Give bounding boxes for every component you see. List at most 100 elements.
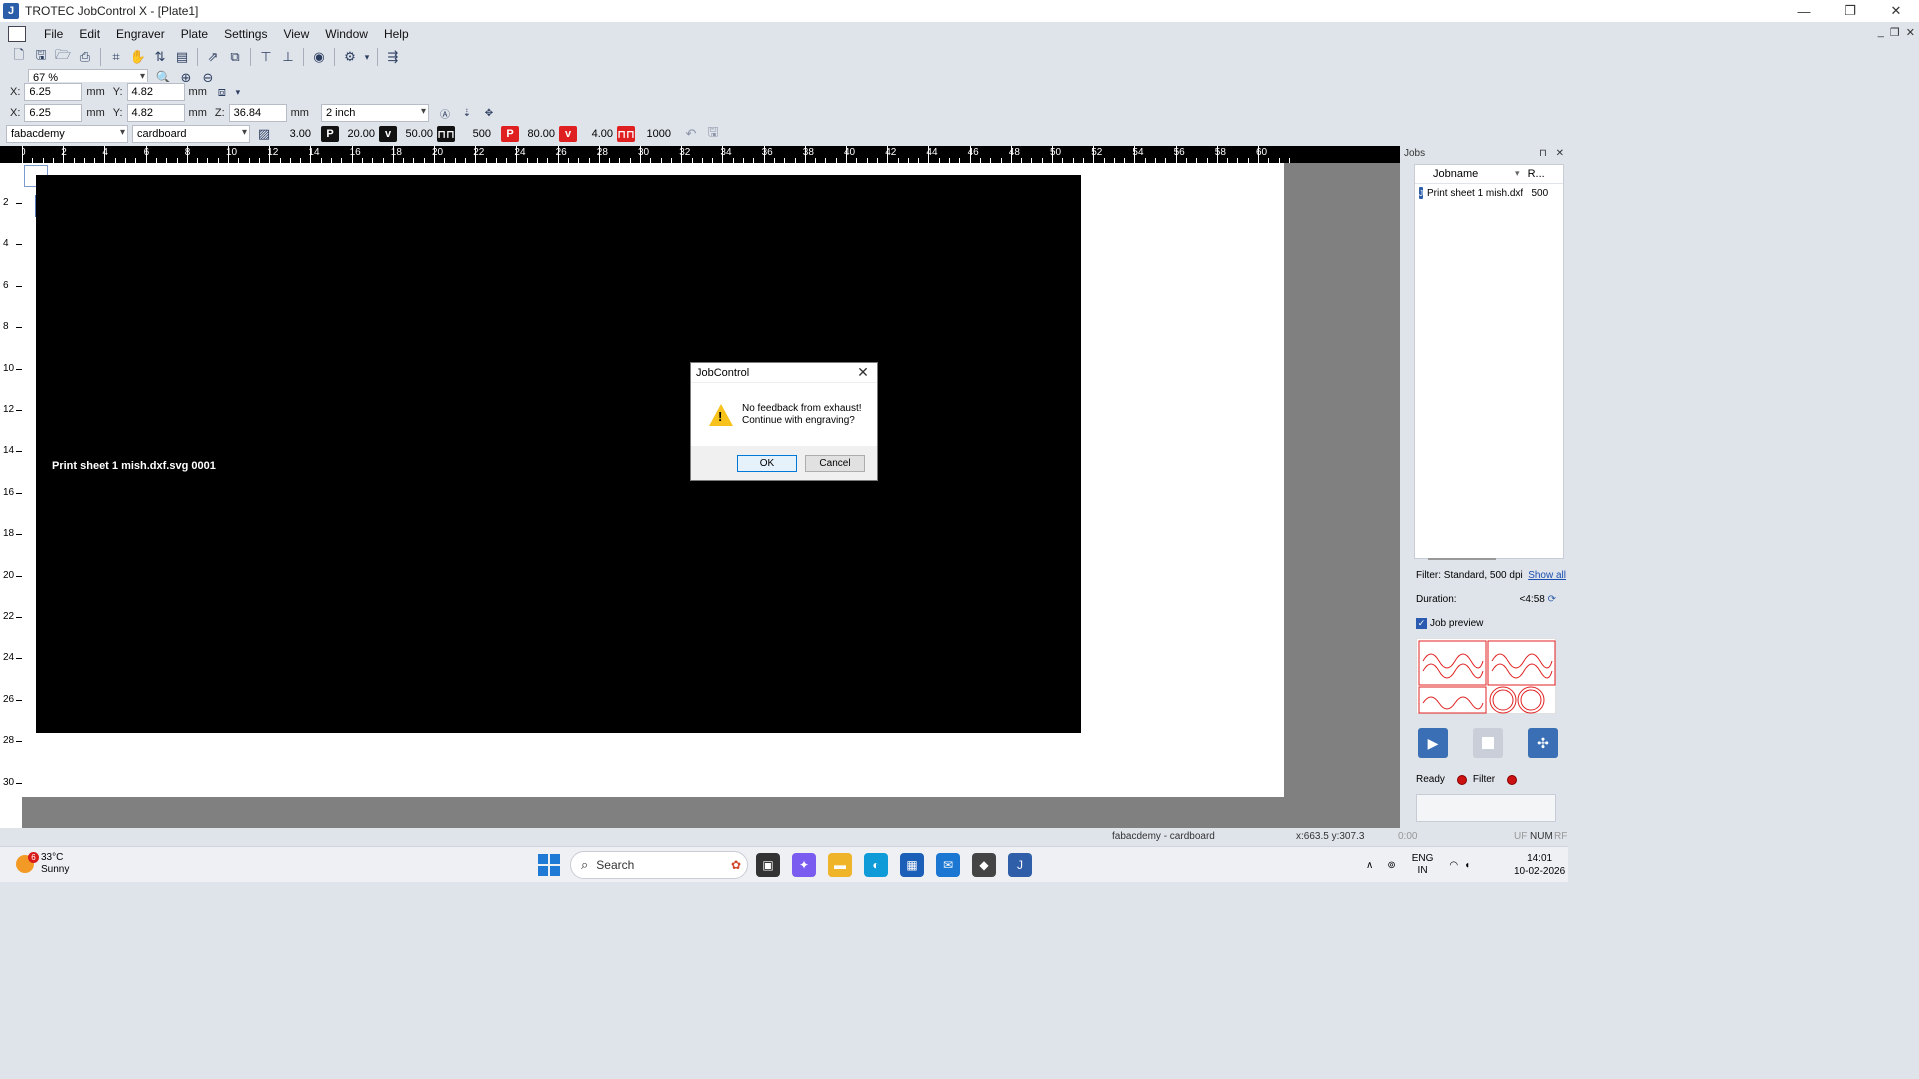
show-all-link[interactable]: Show all [1528, 570, 1566, 581]
hand-icon[interactable]: ✋ [128, 47, 148, 67]
close-button[interactable]: ✕ [1873, 0, 1919, 22]
jobs-scrollbar[interactable] [1428, 558, 1496, 560]
job-preview-thumbnail [1416, 638, 1556, 714]
menu-settings[interactable]: Settings [216, 27, 275, 41]
menu-help[interactable]: Help [376, 27, 417, 41]
plate[interactable]: Print sheet 1 mish.dxf.svg 0001 [22, 163, 1284, 797]
print-icon[interactable]: ⎙ [75, 47, 95, 67]
menu-window[interactable]: Window [317, 27, 376, 41]
ruler-tick-label: 30 [3, 776, 15, 788]
cancel-button[interactable]: Cancel [805, 454, 865, 472]
focus-icon[interactable]: ⇣ [457, 103, 477, 123]
chevron-up-icon[interactable]: ∧ [1366, 860, 1373, 871]
location-icon[interactable]: ⊚ [1387, 860, 1395, 871]
language-indicator[interactable]: ENG IN [1412, 853, 1434, 877]
anchor-icon[interactable]: ⧈ [212, 82, 232, 102]
mdi-minimize-button[interactable]: _ [1878, 26, 1884, 39]
jobcontrol-taskbar-icon[interactable]: J [1008, 853, 1032, 877]
thickness-value[interactable]: 3.00 [275, 128, 315, 140]
position-y-input[interactable]: 4.82 [126, 83, 185, 101]
material-db-select[interactable]: fabacdemy [6, 125, 128, 143]
copy-icon[interactable]: ⧉ [225, 47, 245, 67]
minimize-button[interactable]: — [1781, 0, 1827, 22]
weather-desc: Sunny [41, 864, 70, 875]
ruler-tick [475, 146, 477, 163]
position-x-input[interactable]: 6.25 [24, 83, 83, 101]
dialog-close-button[interactable]: ✕ [854, 364, 872, 381]
autofocus-icon[interactable]: Ⓐ [435, 103, 455, 123]
ruler-tick [22, 146, 23, 163]
gear-icon[interactable]: ⚙ [340, 47, 360, 67]
material-select[interactable]: cardboard [132, 125, 250, 143]
align-icon[interactable]: ⇅ [150, 47, 170, 67]
connect-icon[interactable]: ⇶ [383, 47, 403, 67]
duration-label: Duration: [1416, 594, 1457, 605]
new-file-icon[interactable]: 🗋 [9, 47, 29, 67]
wifi-icon[interactable]: ◠ [1449, 860, 1458, 871]
col-resolution[interactable]: R... [1524, 168, 1563, 180]
ok-button[interactable]: OK [737, 454, 797, 472]
job-preview-checkbox[interactable]: ✓ [1416, 618, 1427, 629]
col-jobname[interactable]: Jobname [1415, 168, 1524, 180]
vertical-ruler: 2 4 6 8 10 12 14 16 18 20 22 24 26 28 30 [0, 163, 22, 828]
windows-start-icon[interactable] [538, 854, 560, 876]
jobs-list[interactable]: Jobname R... J Print sheet 1 mish.dxf....… [1414, 164, 1564, 559]
taskbar-search[interactable]: ⌕ Search ✿ [570, 851, 748, 879]
exhaust-fan-icon[interactable]: ✣ [1528, 728, 1558, 758]
job-preview-rect[interactable]: Print sheet 1 mish.dxf.svg 0001 [36, 175, 1081, 733]
stop-icon[interactable] [1473, 728, 1503, 758]
chevron-down-icon[interactable]: ▾ [234, 82, 242, 102]
play-icon[interactable]: ▶ [1418, 728, 1448, 758]
engrave-speed-value[interactable]: 50.00 [397, 128, 437, 140]
open-icon[interactable]: 🗁 [53, 47, 73, 67]
menu-edit[interactable]: Edit [71, 27, 108, 41]
pin-icon[interactable]: ⊓ [1539, 148, 1547, 159]
copilot-icon[interactable]: ✦ [792, 853, 816, 877]
maximize-button[interactable]: ❐ [1827, 0, 1873, 22]
save-material-icon[interactable]: 🖫 [703, 124, 723, 144]
size-y-input[interactable]: 4.82 [126, 104, 185, 122]
engrave-power-value[interactable]: 20.00 [339, 128, 379, 140]
panel-close-icon[interactable]: ✕ [1556, 148, 1564, 159]
menu-engraver[interactable]: Engraver [108, 27, 173, 41]
volume-icon[interactable]: ◖ [1464, 860, 1470, 871]
workspace[interactable]: Print sheet 1 mish.dxf.svg 0001 [22, 163, 1400, 828]
z-input[interactable]: 36.84 [228, 104, 287, 122]
menu-view[interactable]: View [275, 27, 317, 41]
cut-power-value[interactable]: 80.00 [519, 128, 559, 140]
toolbar-separator [377, 48, 378, 66]
cut-frequency-value[interactable]: 1000 [635, 128, 675, 140]
chevron-down-icon[interactable]: ▾ [362, 47, 372, 67]
lens-select[interactable]: 2 inch [320, 104, 429, 122]
clock[interactable]: 14:01 10-02-2026 [1514, 852, 1565, 878]
status-coords: x:663.5 y:307.3 [1296, 831, 1365, 842]
task-view-icon[interactable]: ▣ [756, 853, 780, 877]
report-icon[interactable]: ▤ [172, 47, 192, 67]
size-x-input[interactable]: 6.25 [24, 104, 83, 122]
list-item[interactable]: J Print sheet 1 mish.dxf.... 500 [1415, 184, 1563, 202]
edge-icon[interactable]: ◐ [864, 853, 888, 877]
store-icon[interactable]: ▦ [900, 853, 924, 877]
xyz-icon[interactable]: ✥ [479, 103, 499, 123]
outlook-icon[interactable]: ✉ [936, 853, 960, 877]
menu-plate[interactable]: Plate [173, 27, 216, 41]
window-title: TROTEC JobControl X - [Plate1] [25, 4, 199, 18]
engrave-frequency-value[interactable]: 500 [455, 128, 495, 140]
refresh-icon[interactable]: ⟳ [1548, 594, 1556, 605]
document-icon[interactable] [8, 26, 26, 42]
undo-icon[interactable]: ↶ [681, 124, 701, 144]
layer-down-icon[interactable]: ⊥ [278, 47, 298, 67]
eye-icon[interactable]: ◉ [309, 47, 329, 67]
cut-speed-value[interactable]: 4.00 [577, 128, 617, 140]
export-icon[interactable]: ⇗ [203, 47, 223, 67]
layer-up-icon[interactable]: ⊤ [256, 47, 276, 67]
mdi-restore-button[interactable]: ❐ [1890, 26, 1900, 39]
job-preview-toggle[interactable]: ✓ Job preview [1416, 618, 1483, 629]
file-explorer-icon[interactable]: ▬ [828, 853, 852, 877]
save-icon[interactable]: 🖫 [31, 47, 51, 67]
grid-icon[interactable]: ⌗ [106, 47, 126, 67]
weather-widget[interactable]: 6 33°C Sunny [16, 852, 69, 876]
mdi-close-button[interactable]: ✕ [1906, 26, 1915, 39]
menu-file[interactable]: File [36, 27, 71, 41]
inkscape-icon[interactable]: ◆ [972, 853, 996, 877]
